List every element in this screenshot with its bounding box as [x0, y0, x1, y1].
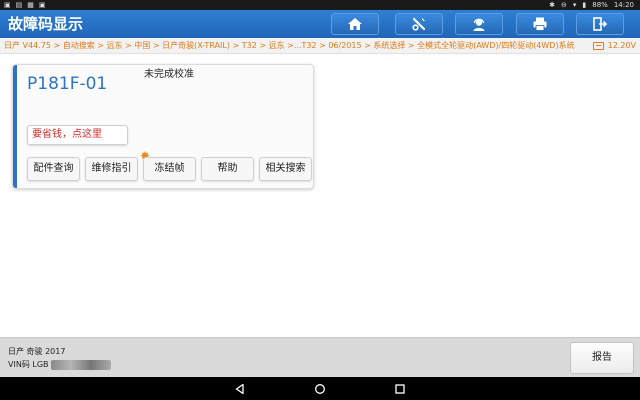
battery-icon: ▮: [582, 1, 587, 9]
report-button[interactable]: 报告: [570, 342, 634, 374]
back-button[interactable]: [232, 381, 248, 397]
parts-lookup-button[interactable]: 配件查询: [27, 157, 80, 181]
dtc-actions: 配件查询 ✸ 维修指引 冻结帧 帮助 相关搜索: [27, 150, 312, 181]
home-icon: [348, 18, 362, 30]
page-title: 故障码显示: [8, 15, 84, 33]
help-button[interactable]: 帮助: [201, 157, 254, 181]
notification-icon: ▣: [4, 1, 11, 9]
print-button[interactable]: [516, 13, 564, 35]
exit-icon: [593, 17, 608, 31]
exit-button[interactable]: [576, 13, 624, 35]
diagnose-tool-icon: [412, 17, 426, 31]
support-button[interactable]: [455, 13, 503, 35]
vehicle-info: 日产 奇骏 2017: [8, 347, 66, 356]
battery-voltage: 12.20V: [592, 40, 636, 52]
bluetooth-icon: ✱: [549, 1, 555, 9]
home-nav-button[interactable]: [312, 381, 328, 397]
status-left-icons: ▣ ▤ ▦ ▣: [4, 0, 46, 10]
repair-guide-button[interactable]: ✸ 维修指引: [85, 150, 150, 181]
home-button[interactable]: [331, 13, 379, 35]
vin-redaction: [50, 359, 111, 370]
image-icon: ▦: [27, 1, 34, 9]
status-right: ✱ ⊖ ▾ ▮ 88% 14:20: [549, 0, 634, 10]
dtc-description: 未完成校准: [144, 69, 194, 80]
recents-icon: [395, 384, 405, 394]
breadcrumb-bar: 日产 V44.75 > 自动搜索 > 远东 > 中国 > 日产奇骏(X-TRAI…: [0, 38, 640, 54]
vin-label: VIN码 LGB: [8, 360, 49, 369]
dtc-card: P181F-01 未完成校准 要省钱，点这里 配件查询 ✸ 维修指引 冻结帧 帮…: [12, 64, 314, 189]
voltage-value: 12.20V: [607, 41, 636, 50]
support-icon: [473, 18, 485, 31]
app-header: 故障码显示: [0, 10, 640, 38]
freeze-frame-button[interactable]: 冻结帧: [143, 157, 196, 181]
clock: 14:20: [613, 1, 634, 9]
status-bar: ▣ ▤ ▦ ▣ ✱ ⊖ ▾ ▮ 88% 14:20: [0, 0, 640, 10]
home-circle-icon: [315, 384, 325, 394]
wifi-icon: ▾: [572, 1, 577, 9]
battery-percent: 88%: [592, 1, 608, 9]
notification-icon: ▣: [38, 1, 46, 9]
screenshot-icon: ▤: [15, 1, 23, 9]
do-not-disturb-icon: ⊖: [561, 1, 567, 9]
related-search-button[interactable]: 相关搜索: [259, 157, 312, 181]
repair-guide-label: 维修指引: [91, 163, 132, 174]
card-accent-bar: [13, 65, 17, 188]
save-money-button[interactable]: 要省钱，点这里: [27, 125, 128, 145]
breadcrumb: 日产 V44.75 > 自动搜索 > 远东 > 中国 > 日产奇骏(X-TRAI…: [4, 41, 575, 50]
dtc-code: P181F-01: [27, 74, 108, 94]
footer: 日产 奇骏 2017 VIN码 LGB 报告: [0, 337, 640, 377]
vin-info: VIN码 LGB: [8, 359, 111, 370]
car-battery-icon: [592, 42, 604, 50]
system-nav-bar: [0, 377, 640, 400]
recents-button[interactable]: [392, 381, 408, 397]
print-icon: [533, 17, 547, 31]
diagnose-tool-button[interactable]: [395, 13, 443, 35]
back-icon: [235, 383, 244, 395]
